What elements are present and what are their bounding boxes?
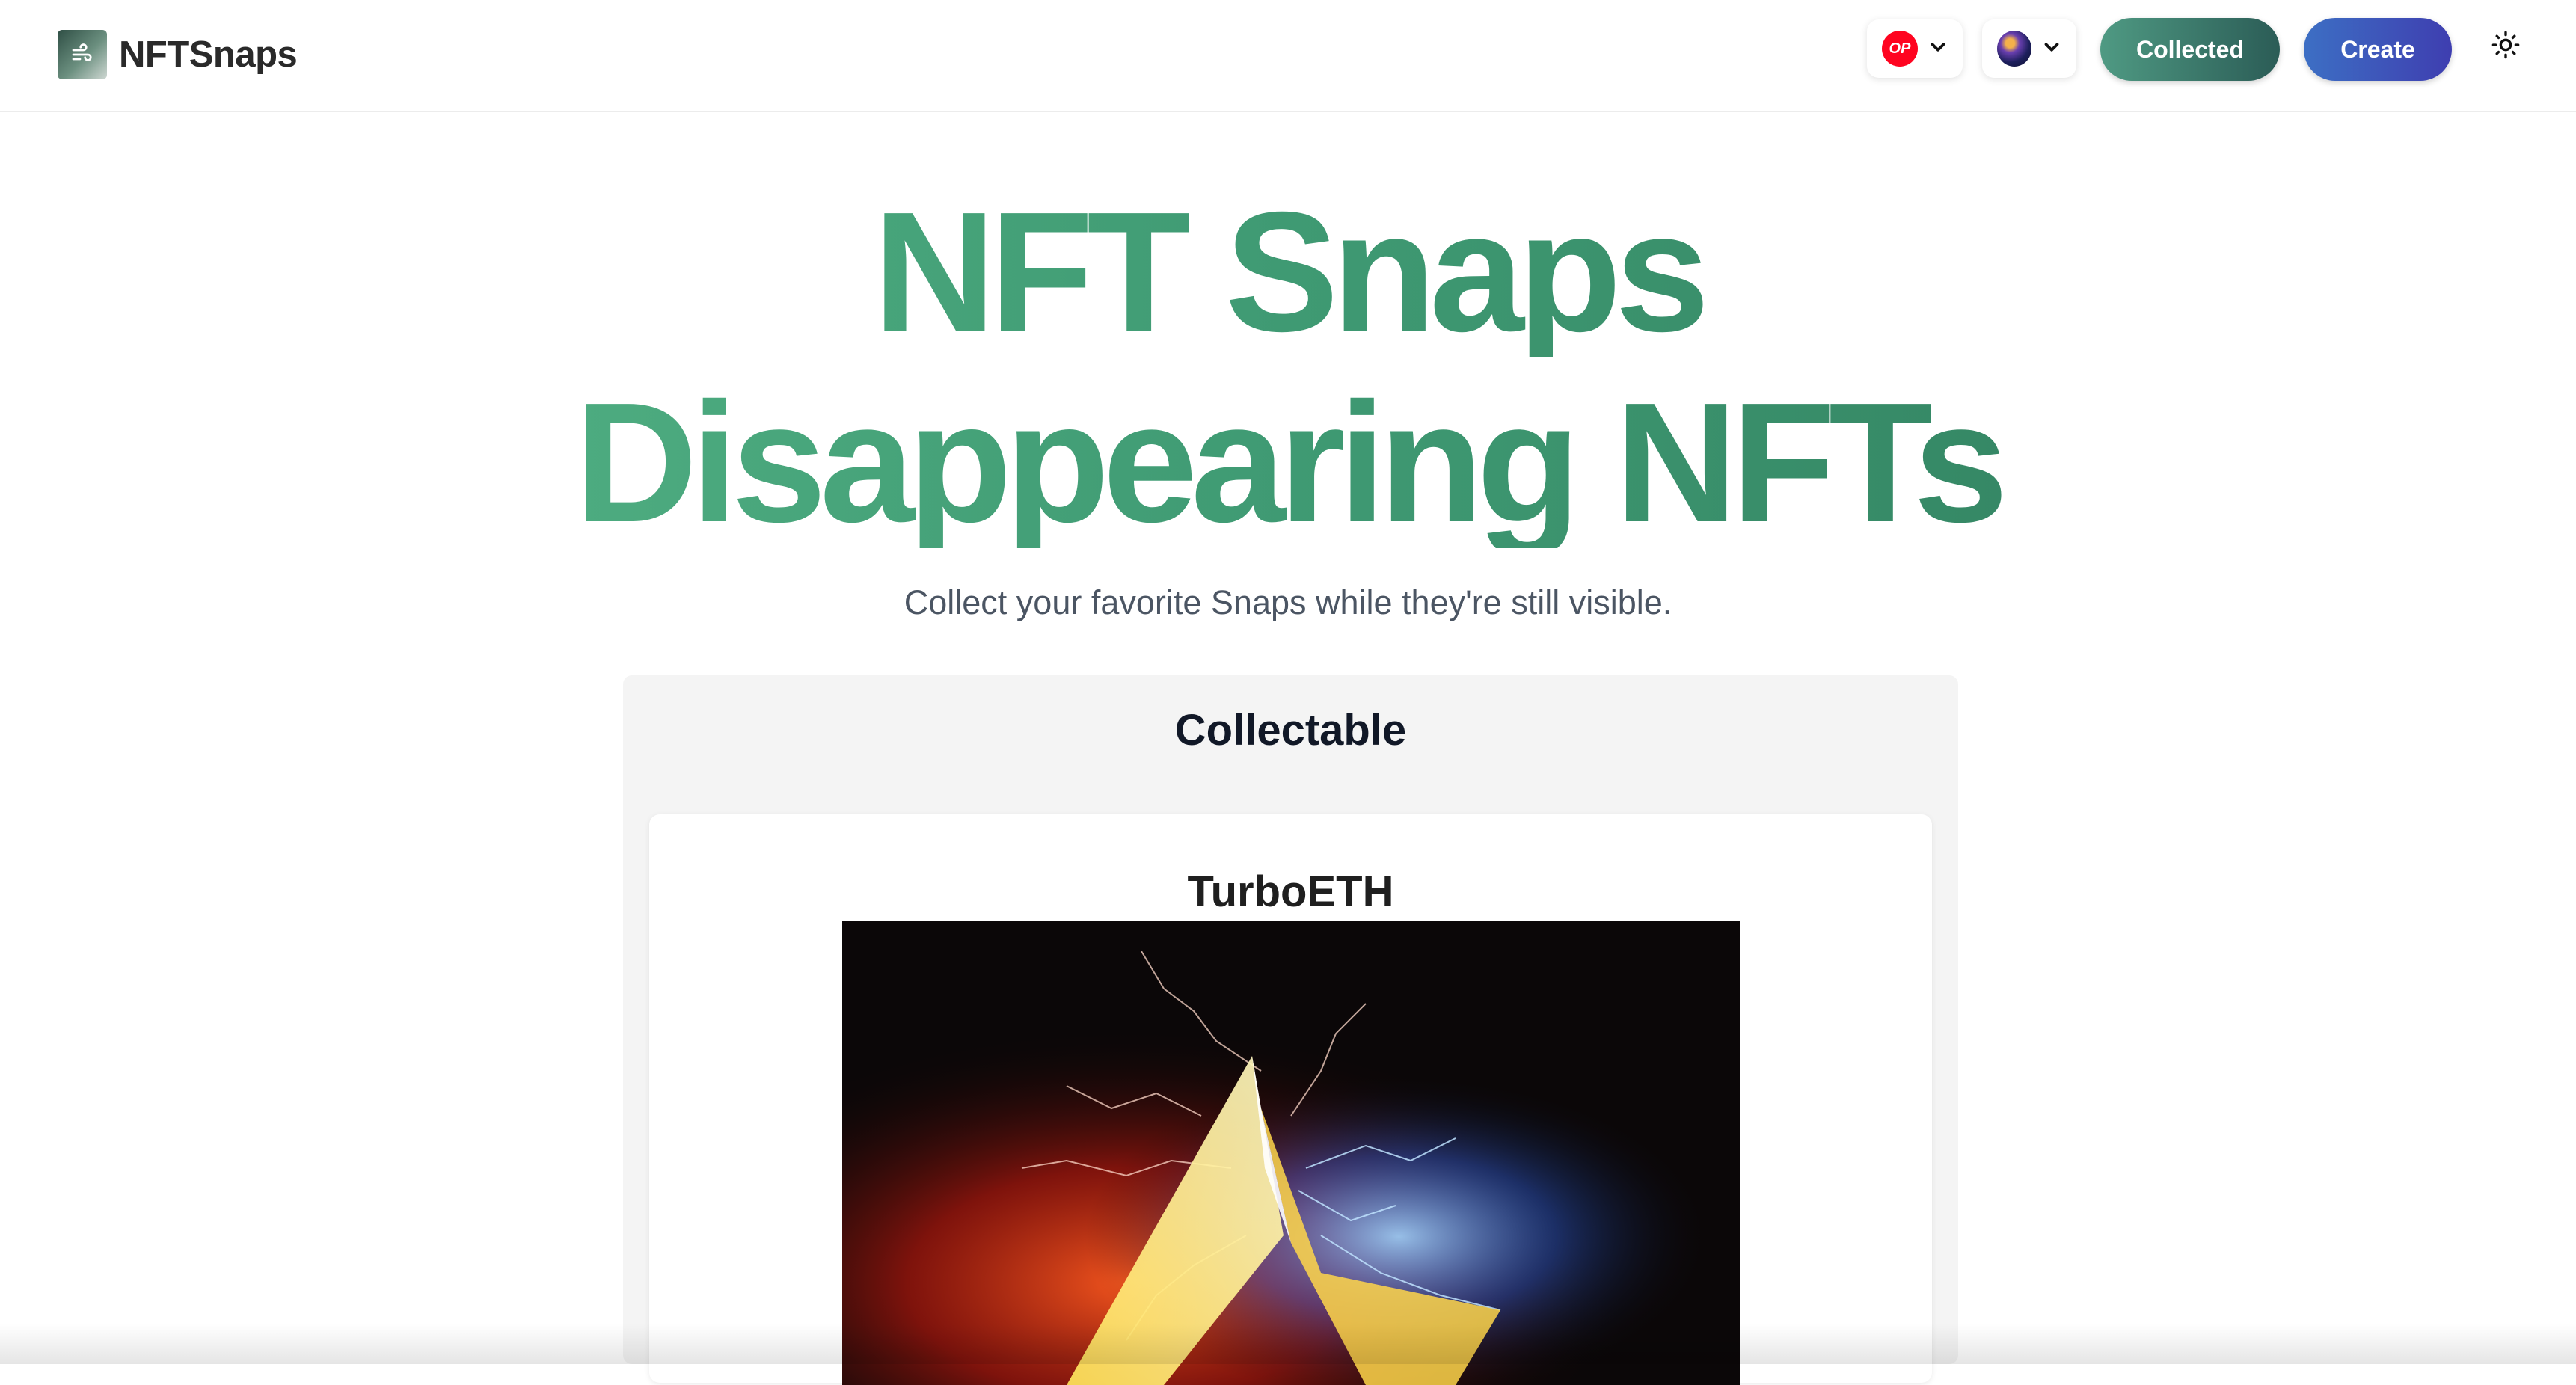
account-selector[interactable] xyxy=(1982,19,2076,78)
nft-card[interactable]: TurboETH xyxy=(649,814,1932,1385)
brand-link[interactable]: NFTSnaps xyxy=(58,30,298,79)
chevron-down-icon xyxy=(2040,36,2063,62)
collectable-heading: Collectable xyxy=(1174,706,1407,755)
hero-title-line1: NFT Snaps xyxy=(0,187,2576,357)
chain-selector[interactable]: OP xyxy=(1867,19,1963,78)
brand-name: NFTSnaps xyxy=(119,34,298,75)
sun-icon xyxy=(2491,30,2521,64)
collected-button[interactable]: Collected xyxy=(2100,18,2280,81)
navbar: NFTSnaps OP Collected Create xyxy=(0,0,2576,112)
hero-subtitle: Collect your favorite Snaps while they'r… xyxy=(904,583,1672,621)
create-button[interactable]: Create xyxy=(2304,18,2452,81)
account-avatar xyxy=(1997,31,2031,67)
theme-toggle-button[interactable] xyxy=(2483,24,2528,69)
hero-title-line2: Disappearing NFTs xyxy=(0,378,2576,548)
chevron-down-icon xyxy=(1927,36,1949,62)
nft-image[interactable] xyxy=(842,921,1740,1385)
collectable-panel: Collectable TurboETH xyxy=(623,675,1958,1385)
nft-title: TurboETH xyxy=(1187,867,1394,916)
wind-logo-icon xyxy=(58,30,107,79)
optimism-chain-icon: OP xyxy=(1882,31,1918,67)
